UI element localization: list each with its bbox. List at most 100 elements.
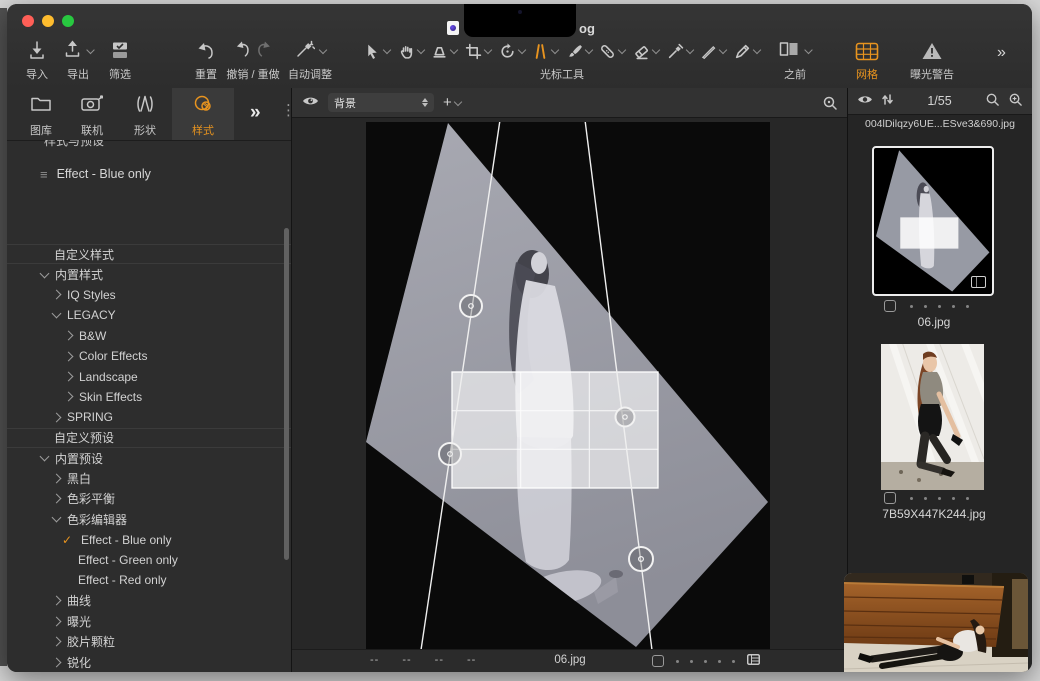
tab-library[interactable]: 图库 xyxy=(13,88,69,140)
chevron-right-icon[interactable] xyxy=(52,616,62,626)
chevron-right-icon[interactable] xyxy=(64,351,74,361)
thumbnail-06jpg[interactable] xyxy=(872,146,994,296)
draw-mask-tool-button[interactable] xyxy=(566,43,592,60)
tab-shapes[interactable]: 形状 xyxy=(117,88,173,140)
rating-dot[interactable] xyxy=(924,497,927,500)
heal-tool-button[interactable] xyxy=(599,43,625,60)
filter-loupe-icon[interactable] xyxy=(1008,92,1023,110)
chevron-down-icon[interactable] xyxy=(52,309,62,319)
sort-icon[interactable] xyxy=(881,93,894,109)
pan-tool-button[interactable] xyxy=(398,43,424,60)
rating-dot[interactable] xyxy=(676,660,679,663)
before-after-button[interactable]: 之前 xyxy=(779,39,812,82)
reset-button[interactable]: 重置 xyxy=(195,39,217,82)
rating-dots[interactable] xyxy=(910,497,969,500)
rating-dot[interactable] xyxy=(718,660,721,663)
redo-icon[interactable] xyxy=(254,39,272,64)
tree-item-曲线[interactable]: 曲线 xyxy=(7,591,291,611)
tab-capture[interactable]: 联机 xyxy=(64,88,120,140)
tree-item-内置预设[interactable]: 内置预设 xyxy=(7,448,291,468)
chevron-right-icon[interactable] xyxy=(64,392,74,402)
exposure-warning-button[interactable]: 曝光警告 xyxy=(910,39,954,82)
chevron-right-icon[interactable] xyxy=(64,331,74,341)
pick-checkbox[interactable] xyxy=(884,492,896,504)
tree-item-spring[interactable]: SPRING xyxy=(7,407,291,427)
rating-dot[interactable] xyxy=(910,497,913,500)
tab-styles[interactable]: 样式 xyxy=(172,88,234,140)
rating-dots[interactable] xyxy=(676,660,735,663)
tree-item-effect-blue-only[interactable]: ✓Effect - Blue only xyxy=(7,529,291,549)
add-layer-button[interactable]: + xyxy=(443,94,461,111)
close-window-button[interactable] xyxy=(22,15,34,27)
drag-handle-icon[interactable]: ≡ xyxy=(40,167,48,182)
chevron-right-icon[interactable] xyxy=(52,290,62,300)
auto-adjust-button[interactable]: 自动调整 xyxy=(288,39,332,82)
document-proxy-icon[interactable] xyxy=(447,21,459,35)
tree-item-legacy[interactable]: LEGACY xyxy=(7,305,291,325)
chevron-right-icon[interactable] xyxy=(52,412,62,422)
search-icon[interactable] xyxy=(985,92,1000,110)
chevron-down-icon[interactable] xyxy=(40,268,50,278)
crop-overlay[interactable] xyxy=(452,372,658,488)
variants-grid-icon[interactable] xyxy=(747,654,760,668)
tree-item-landscape[interactable]: Landscape xyxy=(7,366,291,386)
loupe-tool-button[interactable] xyxy=(431,43,457,60)
tree-item-skin-effects[interactable]: Skin Effects xyxy=(7,387,291,407)
rating-dot[interactable] xyxy=(966,497,969,500)
tabs-expand-button[interactable]: » xyxy=(250,102,258,124)
undo-icon[interactable] xyxy=(234,39,252,64)
toolbar-overflow-button[interactable]: » xyxy=(997,44,1004,62)
rating-dot[interactable] xyxy=(952,497,955,500)
select-tool-button[interactable] xyxy=(364,43,390,60)
tree-item-内置样式[interactable]: 内置样式 xyxy=(7,264,291,284)
rating-dot[interactable] xyxy=(938,305,941,308)
rating-dot[interactable] xyxy=(924,305,927,308)
filter-button[interactable]: 筛选 xyxy=(109,39,131,82)
chevron-right-icon[interactable] xyxy=(64,372,74,382)
eye-icon[interactable] xyxy=(302,94,319,112)
tree-item-曝光[interactable]: 曝光 xyxy=(7,611,291,631)
chevron-right-icon[interactable] xyxy=(52,596,62,606)
rating-dots[interactable] xyxy=(910,305,969,308)
tree-item-iq-styles[interactable]: IQ Styles xyxy=(7,285,291,305)
tree-item-黑白[interactable]: 黑白 xyxy=(7,468,291,488)
pick-color-tool-button[interactable] xyxy=(667,43,693,60)
applied-style-row[interactable]: ≡ Effect - Blue only xyxy=(7,164,291,184)
keystone-handle-4[interactable] xyxy=(629,547,653,571)
keystone-handle-2[interactable] xyxy=(616,408,635,427)
rating-dot[interactable] xyxy=(952,305,955,308)
tree-item-effect-red-only[interactable]: Effect - Red only xyxy=(7,570,291,590)
rating-dot[interactable] xyxy=(732,660,735,663)
tree-item-effect-green-only[interactable]: Effect - Green only xyxy=(7,550,291,570)
keystone-handle-1[interactable] xyxy=(460,295,482,317)
viewer-canvas[interactable] xyxy=(366,122,770,649)
loupe-icon[interactable] xyxy=(822,95,838,111)
zoom-window-button[interactable] xyxy=(62,15,74,27)
fill-mask-tool-button[interactable] xyxy=(700,43,726,60)
tree-item-自定义预设[interactable]: 自定义预设 xyxy=(7,428,291,448)
rating-dot[interactable] xyxy=(704,660,707,663)
tree-item-锐化[interactable]: 锐化 xyxy=(7,652,291,672)
grid-toggle-button[interactable]: 网格 xyxy=(855,39,879,82)
chevron-right-icon[interactable] xyxy=(52,657,62,667)
chevron-down-icon[interactable] xyxy=(40,452,50,462)
import-button[interactable]: 导入 xyxy=(26,39,48,82)
chevron-right-icon[interactable] xyxy=(52,474,62,484)
chevron-down-icon[interactable] xyxy=(52,513,62,523)
layer-select[interactable]: 背景 xyxy=(328,93,434,112)
rotate-tool-button[interactable] xyxy=(499,43,525,60)
tree-item-色彩编辑器[interactable]: 色彩编辑器 xyxy=(7,509,291,529)
minimize-window-button[interactable] xyxy=(42,15,54,27)
erase-mask-tool-button[interactable] xyxy=(633,43,659,60)
pick-checkbox[interactable] xyxy=(884,300,896,312)
panel-scrollbar[interactable] xyxy=(284,228,289,560)
thumbnail-7b59x447k244jpg[interactable] xyxy=(881,344,984,490)
export-button[interactable]: 导出 xyxy=(63,39,94,82)
keystone-handle-3[interactable] xyxy=(439,443,461,465)
rating-dot[interactable] xyxy=(966,305,969,308)
tree-item-自定义样式[interactable]: 自定义样式 xyxy=(7,244,291,264)
tree-item-color-effects[interactable]: Color Effects xyxy=(7,346,291,366)
tree-item-b-w[interactable]: B&W xyxy=(7,326,291,346)
chevron-right-icon[interactable] xyxy=(52,637,62,647)
crop-tool-button[interactable] xyxy=(465,43,491,60)
